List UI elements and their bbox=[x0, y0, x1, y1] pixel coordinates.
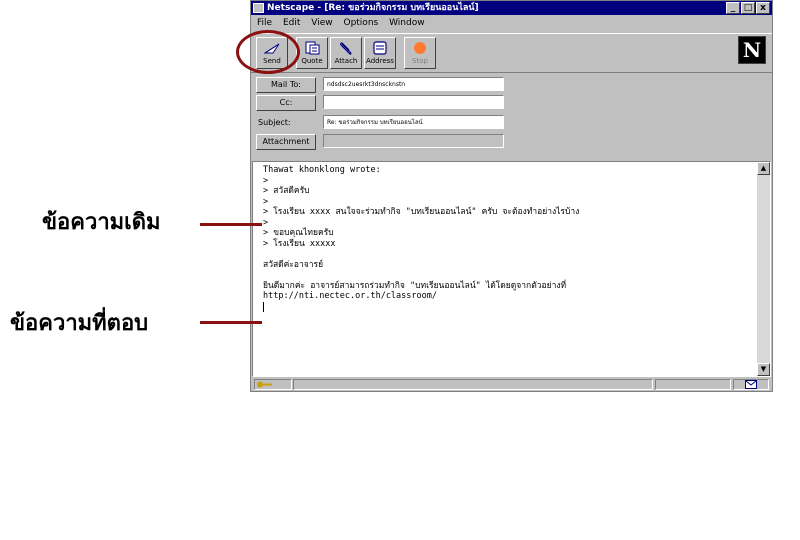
message-line: สวัสดีค่ะอาจารย์ bbox=[263, 259, 324, 270]
progress-panel bbox=[655, 379, 731, 390]
vertical-scrollbar[interactable]: ▲ ▼ bbox=[757, 162, 770, 376]
netscape-logo: N bbox=[738, 36, 766, 64]
original-message-label: ข้อความเดิม bbox=[42, 210, 161, 235]
mail-to-row: Mail To: ndsdsc2uesrkt3dnscknstn bbox=[256, 77, 506, 93]
message-line: > bbox=[263, 217, 269, 228]
attachment-row: Attachment bbox=[256, 134, 506, 150]
message-line: ยินดีมากค่ะ อาจารย์สามารถร่วมทำกิจ "บทเร… bbox=[263, 280, 567, 291]
message-line: > โรงเรียน xxxx สนใจจะร่วมทำกิจ "บทเรียน… bbox=[263, 207, 580, 217]
menu-view[interactable]: View bbox=[311, 18, 332, 28]
message-line: > ขอบคุณไทยครับ bbox=[263, 228, 334, 238]
address-book-icon bbox=[373, 41, 387, 55]
stop-icon bbox=[414, 42, 426, 54]
menu-bar: File Edit View Options Window bbox=[251, 15, 772, 31]
menu-edit[interactable]: Edit bbox=[283, 18, 300, 28]
subject-field[interactable]: Re: ขอร่วมกิจกรรม บทเรียนออนไลน์ bbox=[323, 115, 504, 129]
quote-button[interactable]: Quote bbox=[296, 37, 328, 69]
menu-window[interactable]: Window bbox=[389, 18, 425, 28]
menu-options[interactable]: Options bbox=[343, 18, 378, 28]
message-line: > bbox=[263, 175, 269, 186]
netscape-app-icon bbox=[253, 3, 264, 13]
message-line: Thawat khonklong wrote: bbox=[263, 165, 381, 175]
key-icon bbox=[257, 381, 272, 388]
message-line: > สวัสดีครับ bbox=[263, 186, 310, 196]
reply-message-pointer bbox=[200, 321, 262, 324]
minimize-button[interactable]: _ bbox=[726, 2, 740, 14]
message-line: > bbox=[263, 196, 269, 207]
send-highlight-ring bbox=[236, 30, 300, 74]
security-status bbox=[254, 379, 292, 390]
paperclip-icon bbox=[340, 42, 352, 55]
address-button[interactable]: Address bbox=[364, 37, 396, 69]
message-body[interactable]: Thawat khonklong wrote: > > สวัสดีครับ >… bbox=[252, 161, 771, 377]
scroll-down-arrow[interactable]: ▼ bbox=[757, 363, 770, 376]
cc-field[interactable] bbox=[323, 95, 504, 109]
reply-message-label: ข้อความที่ตอบ bbox=[10, 311, 149, 336]
text-cursor bbox=[263, 301, 264, 312]
stop-button[interactable]: Stop bbox=[404, 37, 436, 69]
mail-to-button[interactable]: Mail To: bbox=[256, 77, 316, 93]
subject-row: Subject: Re: ขอร่วมกิจกรรม บทเรียนออนไลน… bbox=[256, 115, 506, 131]
mail-to-field[interactable]: ndsdsc2uesrkt3dnscknstn bbox=[323, 77, 504, 91]
status-bar bbox=[251, 378, 772, 391]
toolbar: Send Quote Attach Address Stop N bbox=[251, 33, 772, 73]
scroll-up-arrow[interactable]: ▲ bbox=[757, 162, 770, 175]
cc-button[interactable]: Cc: bbox=[256, 95, 316, 111]
mail-status bbox=[733, 379, 769, 390]
message-text[interactable]: Thawat khonklong wrote: > > สวัสดีครับ >… bbox=[263, 165, 579, 313]
cc-row: Cc: bbox=[256, 95, 506, 111]
subject-label: Subject: bbox=[258, 118, 291, 127]
attachment-field bbox=[323, 134, 504, 148]
netscape-compose-window: Netscape - [Re: ขอร่วมกิจกรรม บทเรียนออน… bbox=[250, 0, 773, 392]
envelope-icon bbox=[745, 380, 757, 389]
original-message-pointer bbox=[200, 223, 262, 226]
message-line: > โรงเรียน xxxxx bbox=[263, 238, 336, 249]
menu-file[interactable]: File bbox=[257, 18, 272, 28]
title-bar: Netscape - [Re: ขอร่วมกิจกรรม บทเรียนออน… bbox=[251, 1, 772, 15]
window-title: Netscape - [Re: ขอร่วมกิจกรรม บทเรียนออน… bbox=[267, 3, 479, 13]
attach-button[interactable]: Attach bbox=[330, 37, 362, 69]
close-button[interactable]: x bbox=[756, 2, 770, 14]
restore-button[interactable]: □ bbox=[741, 2, 755, 14]
attachment-button[interactable]: Attachment bbox=[256, 134, 316, 150]
status-message bbox=[293, 379, 653, 390]
message-line: http://nti.nectec.or.th/classroom/ bbox=[263, 291, 437, 301]
quote-icon bbox=[305, 41, 320, 55]
